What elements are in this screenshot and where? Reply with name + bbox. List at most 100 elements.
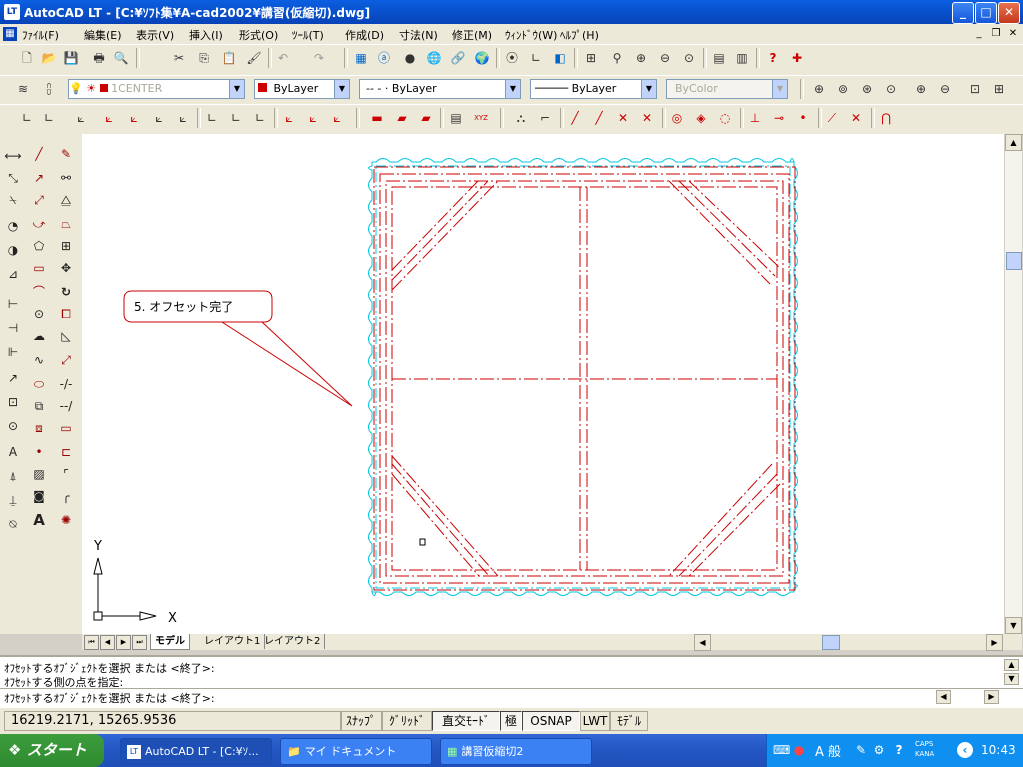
trim-icon[interactable]: -/-: [56, 374, 76, 394]
ucs-world-icon[interactable]: ∟: [18, 109, 36, 127]
web-icon[interactable]: 🌍: [473, 49, 491, 67]
menu-dimension[interactable]: 寸法(N): [399, 27, 438, 43]
plotstyle-dropdown[interactable]: ByColor ▼: [666, 79, 788, 99]
dim-diameter-icon[interactable]: ◑: [3, 240, 23, 260]
insert-block-icon[interactable]: ⧉: [29, 396, 49, 416]
ucs-named-icon[interactable]: ⟀: [304, 109, 322, 127]
ortho-toggle[interactable]: 直交ﾓｰﾄﾞ: [432, 711, 500, 731]
ucs-x-icon[interactable]: ∟: [203, 109, 221, 127]
chevron-down-icon[interactable]: ▼: [772, 80, 787, 98]
zoom-extents-icon[interactable]: ⊞: [990, 80, 1008, 98]
taskbar-item-excel[interactable]: ▦ 講習仮縮切2: [440, 738, 592, 765]
zoom-realtime-icon[interactable]: ⚲: [608, 49, 626, 67]
ime-mode[interactable]: A 般: [815, 741, 841, 760]
dim-radius-icon[interactable]: ◔: [3, 216, 23, 236]
keyboard-icon[interactable]: ⌨: [773, 742, 790, 758]
snap-icon[interactable]: ⦿: [503, 49, 521, 67]
start-button[interactable]: ❖ スタート: [0, 734, 104, 767]
move-icon[interactable]: ✥: [56, 258, 76, 278]
ucs-face-icon[interactable]: ⟀: [125, 109, 143, 127]
osnap-quadrant-icon[interactable]: ◈: [692, 109, 710, 127]
dictionary-icon[interactable]: ✎: [853, 742, 869, 758]
polar-toggle[interactable]: 極: [500, 711, 522, 731]
save-icon[interactable]: 💾: [62, 49, 80, 67]
zoom-window-icon[interactable]: ⊕: [632, 49, 650, 67]
osnap-settings-icon[interactable]: ⋂: [877, 109, 895, 127]
ucs-z-icon[interactable]: ∟: [227, 109, 245, 127]
help-icon[interactable]: ?: [764, 49, 782, 67]
chevron-down-icon[interactable]: ▼: [334, 80, 349, 98]
linetype-dropdown[interactable]: -- - · ByLayer ▼: [359, 79, 521, 99]
menu-edit[interactable]: 編集(E): [84, 27, 122, 43]
center-mark-icon[interactable]: ⊙: [3, 416, 23, 436]
quick-dim-icon[interactable]: ⊢: [3, 294, 23, 314]
open-icon[interactable]: 📂: [40, 49, 58, 67]
title-bar[interactable]: LT AutoCAD LT - [C:¥ｿﾌﾄ集¥A-cad2002¥講習(仮縮…: [0, 0, 1023, 24]
zoom-minus-icon[interactable]: ⊖: [936, 80, 954, 98]
grid-toggle[interactable]: ｸﾞﾘｯﾄﾞ: [382, 711, 432, 731]
xline-icon[interactable]: ⤢: [29, 190, 49, 210]
paste-icon[interactable]: 📋: [220, 49, 238, 67]
osnap-apparent-icon[interactable]: ✕: [638, 109, 656, 127]
lwt-toggle[interactable]: LWT: [580, 711, 610, 731]
osnap-node-icon[interactable]: •: [794, 109, 812, 127]
menu-draw[interactable]: 作成(D): [345, 27, 384, 43]
scale-icon[interactable]: ⧠: [56, 304, 76, 324]
menu-window[interactable]: ｳｨﾝﾄﾞｳ(W): [505, 27, 557, 43]
extend-icon[interactable]: --/: [56, 396, 76, 416]
chamfer-icon[interactable]: ⌜: [56, 464, 76, 484]
taskbar-item-mydocuments[interactable]: 📁 マイ ドキュメント: [280, 738, 432, 765]
drawing-area[interactable]: 5. オフセット完了 Y X: [82, 134, 1004, 634]
tab-model[interactable]: モデル: [150, 634, 190, 650]
menu-insert[interactable]: 挿入(I): [189, 27, 223, 43]
dim-linear-icon[interactable]: ▬: [368, 109, 386, 127]
spline-icon[interactable]: ∿: [29, 350, 49, 370]
tab-next-icon[interactable]: ▶: [116, 635, 131, 650]
app-icon[interactable]: LT: [4, 4, 20, 20]
hscroll-left-icon[interactable]: ◀: [694, 634, 711, 651]
tab-layout1[interactable]: レイアウト1: [200, 634, 266, 649]
dim-angular-icon[interactable]: ⊿: [3, 264, 23, 284]
stretch-icon[interactable]: ◺: [56, 326, 76, 346]
ucs-view-icon[interactable]: ⟀: [150, 109, 168, 127]
snap-toggle[interactable]: ｽﾅｯﾌﾟ: [340, 711, 382, 731]
zoom-dynamic-icon[interactable]: ⊚: [834, 80, 852, 98]
menu-file[interactable]: ﾌｧｲﾙ(F): [22, 27, 59, 43]
osnap-insert-icon[interactable]: ⊸: [770, 109, 788, 127]
hyperlink-icon[interactable]: 🔗: [449, 49, 467, 67]
region-icon[interactable]: ◙: [29, 486, 49, 506]
properties-icon[interactable]: ▤: [710, 49, 728, 67]
zoom-icon[interactable]: ⊙: [680, 49, 698, 67]
copy-object-icon[interactable]: ⚯: [56, 168, 76, 188]
hscroll-thumb[interactable]: [822, 635, 840, 650]
minimize-icon[interactable]: _: [952, 2, 974, 24]
copy-icon[interactable]: ⎘: [195, 49, 213, 67]
close-icon[interactable]: ✕: [998, 2, 1020, 24]
menu-modify[interactable]: 修正(M): [452, 27, 492, 43]
cad-drawing[interactable]: 5. オフセット完了 Y X: [82, 134, 1004, 634]
break-at-point-icon[interactable]: ⊏: [56, 442, 76, 462]
layers-icon[interactable]: ≋: [14, 80, 32, 98]
dim-linear-icon[interactable]: ⟷: [3, 146, 23, 166]
tab-last-icon[interactable]: ⏭: [132, 635, 147, 650]
erase-icon[interactable]: ✎: [56, 144, 76, 164]
preview-icon[interactable]: 🔍: [112, 49, 130, 67]
point-icon[interactable]: •: [29, 442, 49, 462]
cmd-hscroll-right-icon[interactable]: ▶: [984, 690, 999, 704]
scroll-up-icon[interactable]: ▲: [1005, 134, 1022, 151]
grid-icon[interactable]: ▦: [352, 49, 370, 67]
model-toggle[interactable]: ﾓﾃﾞﾙ: [610, 711, 648, 731]
scroll-thumb[interactable]: [1006, 252, 1022, 270]
print-icon[interactable]: 🖶: [90, 49, 108, 67]
arc-icon[interactable]: ⌒: [29, 282, 49, 302]
match-properties-icon[interactable]: 🖌: [245, 49, 263, 67]
tab-first-icon[interactable]: ⏮: [84, 635, 99, 650]
ime-icon[interactable]: ●: [791, 742, 807, 758]
undo-icon[interactable]: ↶: [274, 49, 292, 67]
osnap-from-icon[interactable]: ⌐: [536, 109, 554, 127]
osnap-midpoint-icon[interactable]: ╱: [590, 109, 608, 127]
redo-icon[interactable]: ↷: [310, 49, 328, 67]
ucs-3point-icon[interactable]: ⟀: [174, 109, 192, 127]
osnap-center-icon[interactable]: ◎: [668, 109, 686, 127]
break-icon[interactable]: ▭: [56, 418, 76, 438]
